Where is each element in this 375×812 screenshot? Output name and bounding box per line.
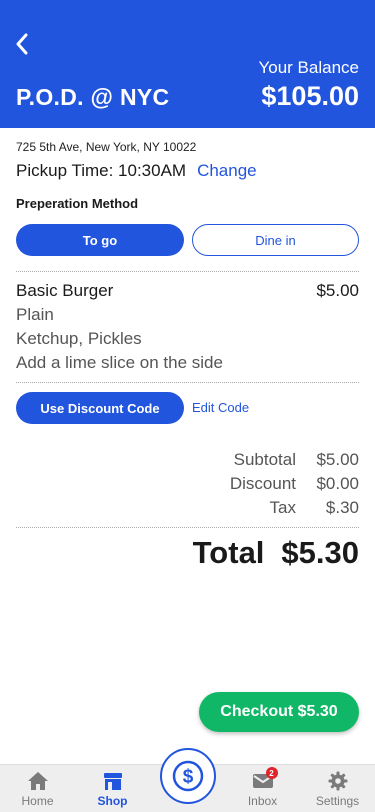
chevron-left-icon: [16, 33, 28, 55]
order-item-detail: Ketchup, Pickles: [16, 329, 142, 348]
divider: [16, 382, 359, 383]
total-label: Total: [192, 535, 265, 570]
summary-label: Tax: [269, 498, 296, 517]
to-go-button[interactable]: To go: [16, 224, 184, 256]
total-row: Total $5.30: [193, 535, 359, 571]
pickup-address: 725 5th Ave, New York, NY 10022: [16, 140, 197, 154]
order-item-detail: Add a lime slice on the side: [16, 353, 223, 372]
divider: [16, 271, 359, 272]
balance-value: $105.00: [261, 81, 359, 111]
store-icon: [103, 773, 122, 790]
summary-value: $5.00: [316, 450, 359, 469]
home-icon: [27, 772, 48, 790]
balance-label: Your Balance: [258, 58, 359, 77]
change-pickup-time-link[interactable]: Change: [197, 161, 257, 181]
gear-icon: [328, 771, 347, 791]
summary-row-tax: Tax $.30: [270, 498, 359, 518]
order-item-price: $5.00: [316, 281, 359, 300]
tab-settings[interactable]: Settings: [300, 765, 375, 812]
tab-shop[interactable]: Shop: [75, 765, 150, 812]
summary-value: $0.00: [316, 474, 359, 493]
pay-button[interactable]: $: [160, 748, 216, 804]
checkout-button[interactable]: Checkout $5.30: [199, 692, 359, 732]
summary-label: Discount: [229, 474, 296, 493]
total-value: $5.30: [281, 535, 359, 570]
inbox-badge: 2: [265, 767, 278, 779]
back-button[interactable]: [10, 30, 34, 58]
preparation-method-title: Preperation Method: [16, 196, 139, 211]
use-discount-code-button[interactable]: Use Discount Code: [16, 392, 184, 424]
svg-text:$: $: [183, 767, 194, 788]
order-item-name: Basic Burger: [16, 281, 114, 300]
tab-label: Settings: [315, 794, 360, 808]
header-bar: P.O.D. @ NYC Your Balance $105.00: [0, 0, 375, 128]
pickup-time: Pickup Time: 10:30AM: [16, 161, 187, 180]
divider: [16, 527, 359, 528]
mail-icon-wrap: 2: [252, 767, 278, 791]
dine-in-button[interactable]: Dine in: [192, 224, 359, 256]
tab-label: Home: [21, 794, 54, 808]
summary-row-subtotal: Subtotal $5.00: [234, 450, 359, 470]
tab-label: Shop: [97, 794, 128, 808]
order-item-detail: Plain: [16, 305, 54, 324]
tab-label: Inbox: [247, 794, 278, 808]
dollar-icon: $: [172, 760, 204, 792]
store-name: P.O.D. @ NYC: [16, 84, 170, 110]
summary-row-discount: Discount $0.00: [230, 474, 359, 494]
tab-inbox[interactable]: 2 Inbox: [225, 765, 300, 812]
pickup-time-row: Pickup Time: 10:30AM Change: [16, 161, 257, 181]
edit-code-link[interactable]: Edit Code: [192, 400, 249, 415]
summary-label: Subtotal: [233, 450, 296, 469]
summary-value: $.30: [325, 498, 359, 517]
tab-home[interactable]: Home: [0, 765, 75, 812]
